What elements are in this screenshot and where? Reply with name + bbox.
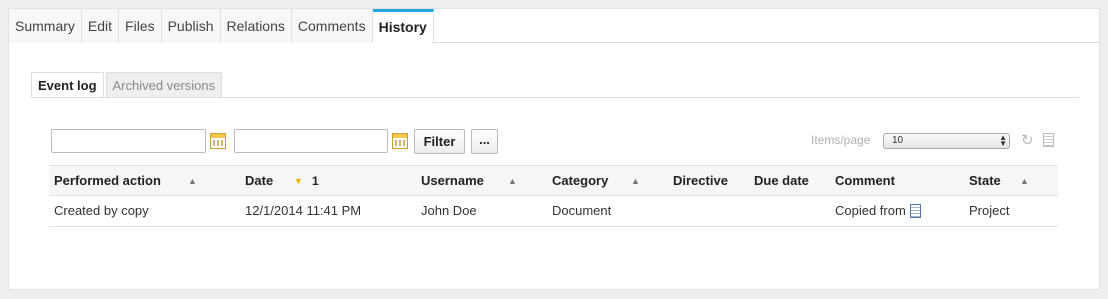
column-header-due-date[interactable]: Due date — [754, 166, 809, 196]
table-row[interactable]: Created by copy 12/1/2014 11:41 PM John … — [49, 196, 1058, 227]
items-per-page-select[interactable]: 10 ▲ ▼ — [883, 133, 1010, 149]
calendar-icon[interactable] — [392, 133, 408, 149]
subtab-divider — [31, 97, 1079, 98]
more-options-button[interactable]: ... — [471, 129, 498, 154]
cell-date: 12/1/2014 11:41 PM — [245, 203, 362, 218]
sort-asc-icon[interactable]: ▲ — [188, 166, 197, 196]
column-header-category[interactable]: Category — [552, 166, 608, 196]
table-header: Performed action ▲ Date ▼ 1 Username ▲ C… — [49, 165, 1058, 196]
column-header-performed-action[interactable]: Performed action — [54, 166, 161, 196]
document-icon[interactable] — [909, 204, 921, 218]
sort-asc-icon[interactable]: ▲ — [508, 166, 517, 196]
sort-desc-icon[interactable]: ▼ — [294, 166, 303, 196]
tab-relations[interactable]: Relations — [220, 9, 292, 43]
cell-state: Project — [969, 203, 1010, 218]
select-arrows-icon: ▲ ▼ — [999, 133, 1007, 148]
sort-asc-icon[interactable]: ▲ — [631, 166, 640, 196]
content-panel: Summary Edit Files Publish Relations Com… — [8, 8, 1100, 290]
subtab-event-log[interactable]: Event log — [31, 72, 104, 98]
subtab-archived-versions[interactable]: Archived versions — [105, 72, 223, 97]
sort-asc-icon[interactable]: ▲ — [1020, 166, 1029, 196]
filter-button[interactable]: Filter — [414, 129, 465, 154]
date-to-input[interactable] — [234, 129, 388, 153]
tab-files[interactable]: Files — [119, 9, 162, 43]
cell-username: John Doe — [421, 203, 477, 218]
cell-category: Document — [552, 203, 612, 218]
history-subtabs: Event log Archived versions — [31, 72, 224, 98]
cell-comment: Copied from — [835, 196, 921, 226]
date-from-input[interactable] — [51, 129, 206, 153]
tab-edit[interactable]: Edit — [81, 9, 120, 43]
refresh-icon[interactable]: ↻ — [1021, 131, 1034, 149]
comment-text: Copied from — [835, 203, 906, 218]
column-header-username[interactable]: Username — [421, 166, 484, 196]
column-header-directive[interactable]: Directive — [673, 166, 728, 196]
export-icon[interactable] — [1043, 133, 1054, 147]
tab-history[interactable]: History — [372, 9, 434, 44]
cell-performed-action: Created by copy — [54, 203, 149, 218]
tab-comments[interactable]: Comments — [291, 9, 373, 43]
tab-summary[interactable]: Summary — [9, 9, 82, 43]
tab-publish[interactable]: Publish — [161, 9, 221, 43]
column-header-comment[interactable]: Comment — [835, 166, 895, 196]
column-header-state[interactable]: State — [969, 166, 1001, 196]
column-header-date[interactable]: Date — [245, 166, 273, 196]
sort-priority-index: 1 — [312, 174, 319, 188]
calendar-icon[interactable] — [210, 133, 226, 149]
main-tabs: Summary Edit Files Publish Relations Com… — [9, 9, 1099, 44]
items-per-page-value: 10 — [892, 135, 904, 146]
items-per-page-label: Items/page — [811, 133, 871, 147]
